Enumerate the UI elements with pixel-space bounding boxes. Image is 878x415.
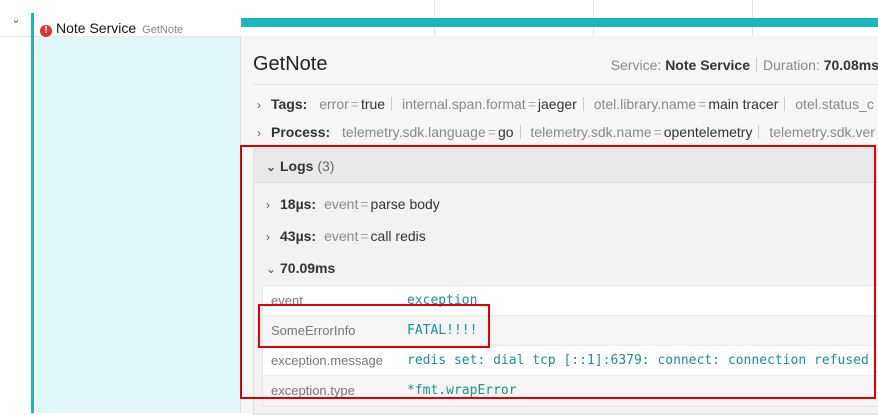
logs-header[interactable]: ⌄ Logs (3): [254, 149, 878, 183]
duration-meta-label: Duration:: [763, 57, 820, 73]
span-detail-panel: GetNote Service: Note Service Duration: 7…: [240, 36, 878, 415]
field-value: redis set: dial tcp [::1]:6379: connect:…: [407, 353, 869, 368]
logs-label: Logs: [280, 158, 314, 174]
span-tree-pane: ⌄ ! Note Service GetNote: [0, 0, 240, 413]
log-timestamp: 70.09ms: [280, 260, 336, 276]
chevron-down-icon: ⌄: [266, 160, 277, 174]
tag-item: otel.library.name = main tracer: [593, 96, 779, 112]
span-row[interactable]: ⌄ ! Note Service GetNote: [0, 9, 240, 37]
tag-item: internal.span.format = jaeger: [401, 96, 577, 112]
table-row: exception.type *fmt.wrapError: [263, 376, 878, 406]
field-value: exception: [407, 293, 478, 308]
span-service-label[interactable]: ! Note Service GetNote: [40, 20, 183, 37]
log-key: event: [324, 196, 359, 212]
span-operation-name: GetNote: [142, 24, 184, 36]
divider: [253, 84, 878, 85]
table-row: event exception: [263, 286, 878, 316]
field-key: exception.message: [271, 353, 384, 368]
log-key: event: [324, 228, 359, 244]
tags-row[interactable]: › Tags: error = true internal.span.format = j…: [257, 96, 874, 112]
chevron-right-icon: ›: [257, 126, 261, 140]
span-service-name: Note Service: [56, 20, 137, 36]
log-fields-table: event exception SomeErrorInfo FATAL!!!! …: [262, 285, 878, 407]
service-meta-value: Note Service: [665, 57, 751, 73]
tags-label: Tags:: [271, 96, 308, 112]
log-entry[interactable]: › 43µs: event = call redis: [266, 228, 426, 244]
logs-section: ⌄ Logs (3) › 18µs: event = parse body › 43µs: e…: [253, 148, 878, 415]
process-label: Process:: [271, 124, 331, 140]
log-entry[interactable]: › 18µs: event = parse body: [266, 196, 440, 212]
duration-meta-value: 70.08ms: [823, 57, 878, 73]
chevron-down-icon[interactable]: ⌄: [8, 12, 24, 28]
field-value: FATAL!!!!: [407, 323, 478, 338]
field-value: *fmt.wrapError: [407, 383, 517, 398]
process-row[interactable]: › Process: telemetry.sdk.language = go tele…: [257, 124, 875, 140]
chevron-right-icon: ›: [266, 198, 270, 212]
chevron-down-icon: ⌄: [266, 262, 277, 276]
log-timestamp: 43µs:: [280, 228, 317, 244]
tag-item: otel.status_c: [795, 96, 874, 112]
span-meta: Service: Note Service Duration: 70.08ms: [611, 57, 878, 73]
span-detail-indicator: [36, 36, 240, 413]
process-item: telemetry.sdk.name = opentelemetry: [530, 124, 753, 140]
log-value: parse body: [370, 196, 440, 212]
field-key: event: [271, 293, 303, 308]
table-row: SomeErrorInfo FATAL!!!!: [263, 316, 878, 346]
tag-item: error = true: [319, 96, 386, 112]
chevron-right-icon: ›: [266, 230, 270, 244]
span-level-line: [31, 13, 34, 413]
span-detail-title: GetNote: [253, 53, 328, 75]
span-duration-bar[interactable]: [241, 18, 878, 27]
process-item: telemetry.sdk.ver: [769, 124, 875, 140]
table-row: exception.message redis set: dial tcp [:…: [263, 346, 878, 376]
logs-count: (3): [317, 158, 335, 174]
service-meta-label: Service:: [610, 57, 662, 73]
chevron-right-icon: ›: [257, 98, 261, 112]
log-value: call redis: [370, 228, 426, 244]
process-item: telemetry.sdk.language = go: [342, 124, 514, 140]
field-key: exception.type: [271, 383, 355, 398]
field-key: SomeErrorInfo: [271, 323, 356, 338]
log-entry[interactable]: ⌄ 70.09ms: [266, 260, 343, 276]
error-icon: !: [40, 25, 52, 37]
log-timestamp: 18µs:: [280, 196, 317, 212]
